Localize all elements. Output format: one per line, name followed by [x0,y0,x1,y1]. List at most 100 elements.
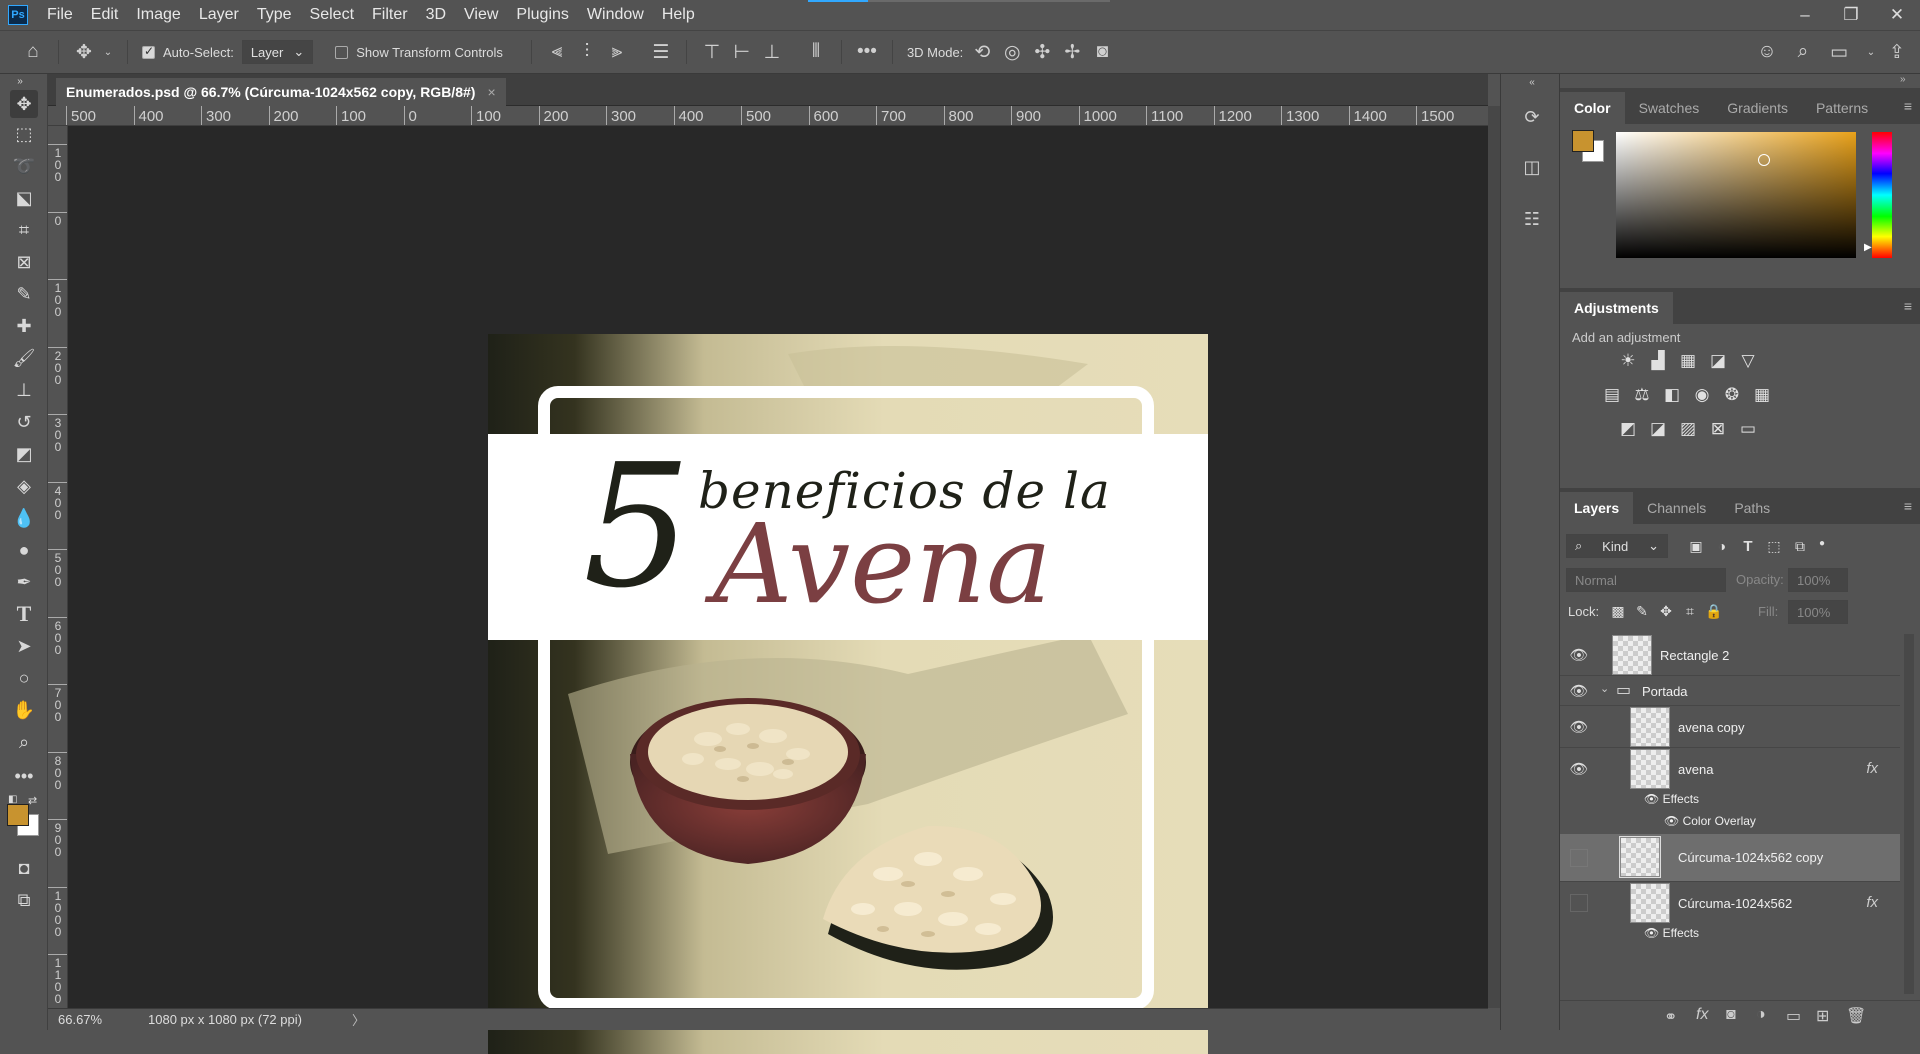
layers-scrollbar[interactable] [1904,634,1914,994]
black-white-icon[interactable]: ◧ [1660,384,1684,406]
close-tab-icon[interactable]: × [487,84,495,100]
menu-window[interactable]: Window [578,0,653,30]
eye-icon[interactable]: 👁 [1569,646,1588,664]
menu-type[interactable]: Type [248,0,301,30]
canvas-area[interactable]: 5 beneficios de la Avena [68,126,1488,1054]
frame-tool-icon[interactable]: ⊠ [10,248,38,276]
ellipse-tool-icon[interactable]: ○ [10,664,38,692]
align-bottom-icon[interactable]: ⊥ [761,40,783,64]
healing-brush-tool-icon[interactable]: ✚ [10,312,38,340]
document-tab[interactable]: Enumerados.psd @ 66.7% (Cúrcuma-1024x562… [56,78,506,106]
filter-adjustment-icon[interactable]: ◑ [1710,535,1734,557]
add-style-icon[interactable]: fx [1696,1006,1708,1024]
tab-gradients[interactable]: Gradients [1713,92,1802,124]
3d-roll-icon[interactable]: ◎ [1001,40,1023,64]
visibility-toggle[interactable] [1570,894,1588,912]
color-fg-swatch[interactable] [1572,130,1594,152]
3d-orbit-icon[interactable]: ⟲ [971,40,993,64]
document-artwork[interactable]: 5 beneficios de la Avena [488,334,1208,1054]
eyedropper-tool-icon[interactable]: ✎ [10,280,38,308]
path-selection-tool-icon[interactable]: ➤ [10,632,38,660]
new-adjustment-icon[interactable]: ◑ [1756,1006,1766,1024]
new-group-icon[interactable]: ▭ [1786,1006,1801,1026]
align-top-icon[interactable]: ⊤ [701,40,723,64]
marquee-tool-icon[interactable]: ⬚ [10,120,38,148]
filter-toggle-icon[interactable]: ● [1810,532,1834,554]
menu-image[interactable]: Image [127,0,189,30]
distribute-vertical-icon[interactable]: ⫴ [805,40,827,64]
share-icon[interactable]: ⇪ [1886,40,1908,64]
lock-pixels-icon[interactable]: ✎ [1630,600,1654,622]
properties-panel-icon[interactable]: ☷ [1519,206,1545,232]
crop-tool-icon[interactable]: ⌗ [10,216,38,244]
history-panel-icon[interactable]: ⟳ [1519,104,1545,130]
type-tool-icon[interactable]: T [10,600,38,628]
layer-kind-filter[interactable]: ⌕ Kind ⌄ [1566,534,1668,558]
channel-mixer-icon[interactable]: ❂ [1720,384,1744,406]
collapse-icon[interactable]: « [1519,74,1545,90]
paint-bucket-tool-icon[interactable]: ◈ [10,472,38,500]
filter-pixel-icon[interactable]: ▣ [1684,535,1708,557]
align-center-icon[interactable]: ⫶ [576,40,598,64]
filter-smart-object-icon[interactable]: ⧉ [1788,535,1812,557]
layer-effects-badge[interactable]: fx [1866,760,1878,777]
panel-menu-icon[interactable]: ≡ [1904,498,1912,514]
chevron-down-icon[interactable]: ⌄ [1600,682,1609,695]
photo-filter-icon[interactable]: ◉ [1690,384,1714,406]
tab-patterns[interactable]: Patterns [1802,92,1882,124]
blend-mode-dropdown[interactable]: Normal [1566,568,1726,592]
lock-position-icon[interactable]: ✥ [1654,600,1678,622]
exposure-icon[interactable]: ◪ [1706,350,1730,372]
swap-colors-icon[interactable]: ⇄ [28,794,37,807]
3d-camera-icon[interactable]: ◙ [1091,40,1113,64]
layer-effects-row[interactable]: 👁 Effects [1644,926,1699,940]
chevron-down-icon[interactable]: ⌄ [1860,40,1882,64]
panel-menu-icon[interactable]: ≡ [1904,298,1912,314]
object-select-tool-icon[interactable]: ⬕ [10,184,38,212]
visibility-toggle[interactable] [1570,849,1588,867]
menu-layer[interactable]: Layer [190,0,248,30]
eye-icon[interactable]: 👁 [1569,682,1588,700]
color-balance-icon[interactable]: ⚖ [1630,384,1654,406]
minimize-button[interactable]: – [1782,0,1828,30]
history-brush-tool-icon[interactable]: ↺ [10,408,38,436]
filter-shape-icon[interactable]: ⬚ [1762,535,1786,557]
tab-layers[interactable]: Layers [1560,492,1634,524]
lock-artboard-icon[interactable]: ⌗ [1678,600,1702,622]
clone-stamp-tool-icon[interactable]: ⊥ [10,376,38,404]
menu-file[interactable]: File [38,0,82,30]
tab-channels[interactable]: Channels [1633,492,1720,524]
vibrance-icon[interactable]: ▽ [1736,350,1760,372]
menu-select[interactable]: Select [301,0,363,30]
move-tool-icon[interactable]: ✥ [10,90,38,118]
dodge-tool-icon[interactable]: ● [10,536,38,564]
color-picker-field[interactable] [1616,132,1856,258]
menu-help[interactable]: Help [653,0,704,30]
hue-slider[interactable] [1872,132,1892,258]
filter-type-icon[interactable]: T [1736,535,1760,557]
lock-transparent-icon[interactable]: ▩ [1606,600,1630,622]
lock-all-icon[interactable]: 🔒 [1702,600,1726,622]
posterize-icon[interactable]: ◪ [1646,418,1670,440]
quick-mask-icon[interactable]: ◘ [10,854,38,882]
panel-menu-icon[interactable]: ≡ [1904,98,1912,114]
selective-color-icon[interactable]: ⊠ [1706,418,1730,440]
collapse-icon[interactable]: » [1900,74,1906,85]
status-menu-icon[interactable]: 〉 [352,1010,365,1029]
hue-slider-handle-icon[interactable]: ▶ [1864,242,1872,253]
hue-saturation-icon[interactable]: ▤ [1600,384,1624,406]
menu-view[interactable]: View [455,0,507,30]
align-left-icon[interactable]: ⫷ [546,40,568,64]
zoom-level[interactable]: 66.67% [48,1012,118,1027]
tab-color[interactable]: Color [1560,92,1625,124]
add-mask-icon[interactable]: ◙ [1726,1006,1736,1024]
fill-input[interactable]: 100% [1788,600,1848,624]
home-icon[interactable]: ⌂ [22,40,44,64]
eye-icon[interactable]: 👁 [1569,760,1588,778]
zoom-tool-icon[interactable]: ⌕ [10,728,38,756]
tab-adjustments[interactable]: Adjustments [1560,292,1673,324]
eraser-tool-icon[interactable]: ◩ [10,440,38,468]
tab-paths[interactable]: Paths [1720,492,1784,524]
delete-layer-icon[interactable]: 🗑 [1846,1006,1866,1026]
opacity-input[interactable]: 100% [1788,568,1848,592]
